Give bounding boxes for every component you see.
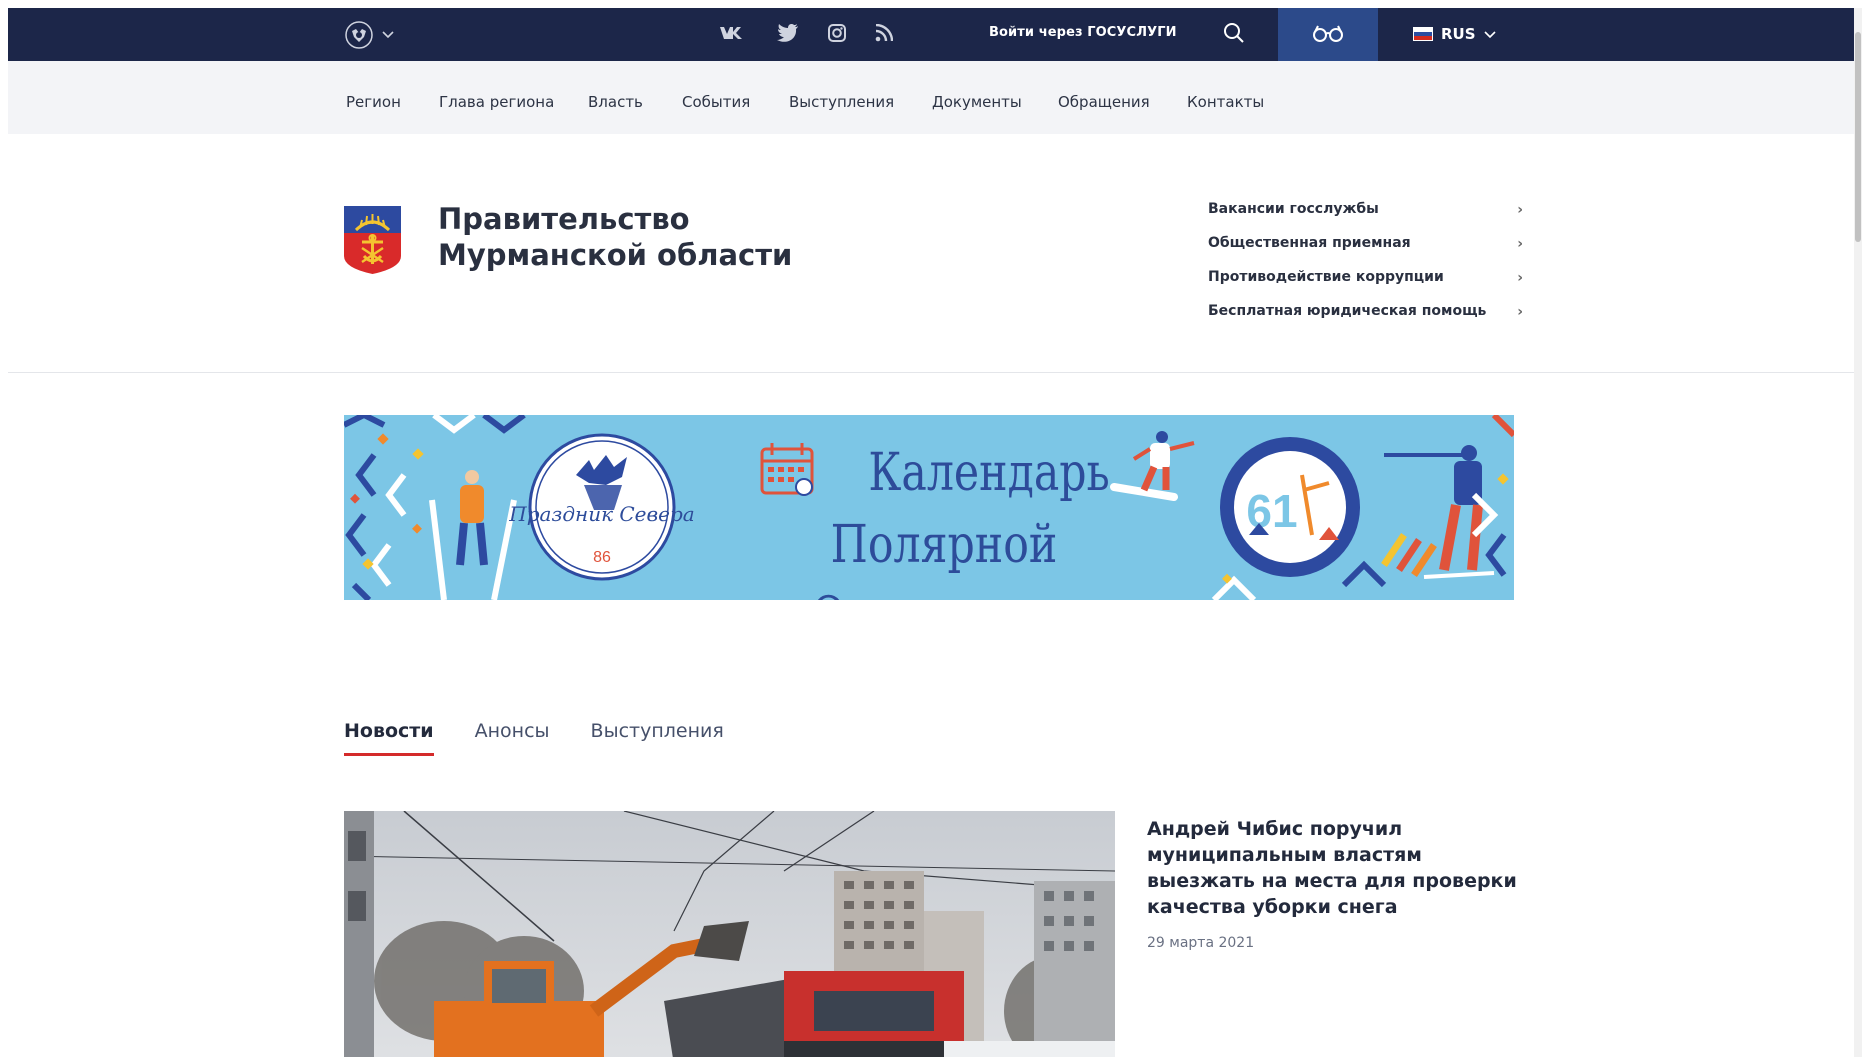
nav-item-documents[interactable]: Документы (932, 93, 1022, 111)
news-headline[interactable]: Андрей Чибис поручил муниципальным власт… (1147, 816, 1527, 920)
site-title-line1: Правительство (438, 202, 690, 236)
twitter-link[interactable] (776, 24, 800, 46)
polar-olympics-banner[interactable]: Праздник Севера 86 61 Календарь Полярной (344, 415, 1514, 600)
quick-links: Вакансии госслужбы › Общественная приемна… (1208, 192, 1528, 328)
quick-link-public-reception[interactable]: Общественная приемная › (1208, 226, 1528, 260)
gosuslugi-login-link[interactable]: Войти через ГОСУСЛУГИ (989, 25, 1177, 40)
quick-link-anti-corruption[interactable]: Противодействие коррупции › (1208, 260, 1528, 294)
quick-link-label: Противодействие коррупции (1208, 269, 1444, 285)
nav-item-region[interactable]: Регион (346, 93, 401, 111)
instagram-link[interactable] (826, 24, 848, 46)
nav-item-events[interactable]: События (682, 93, 750, 111)
chevron-right-icon: › (1517, 202, 1523, 218)
language-label: RUS (1441, 25, 1476, 43)
twitter-icon (777, 24, 799, 46)
news-date: 29 марта 2021 (1147, 935, 1255, 951)
banner-title-line2: Полярной Олимпиады (811, 515, 1077, 600)
snow-removal-photo (344, 811, 1115, 1057)
news-photo[interactable] (344, 811, 1115, 1057)
search-icon (1223, 23, 1245, 48)
quick-link-label: Общественная приемная (1208, 235, 1411, 251)
vk-icon (719, 25, 745, 45)
badge-left-number: 86 (593, 549, 611, 566)
page: Войти через ГОСУСЛУГИ RUS Регион Глава р… (8, 8, 1854, 1057)
rss-icon (875, 23, 894, 46)
russia-eagle-emblem-icon (344, 20, 374, 50)
nav-item-speeches[interactable]: Выступления (789, 93, 894, 111)
accessibility-version-button[interactable] (1278, 8, 1378, 61)
nav-item-appeals[interactable]: Обращения (1058, 93, 1150, 111)
tab-announcements[interactable]: Анонсы (475, 720, 550, 756)
main-nav: Регион Глава региона Власть События Выст… (8, 61, 1854, 134)
badge-left-text: Праздник Севера (508, 502, 694, 526)
tab-news[interactable]: Новости (344, 720, 434, 756)
quick-link-vacancies[interactable]: Вакансии госслужбы › (1208, 192, 1528, 226)
emblem-dropdown[interactable] (344, 20, 394, 50)
nav-item-contacts[interactable]: Контакты (1187, 93, 1264, 111)
search-button[interactable] (1223, 22, 1249, 48)
quick-link-label: Вакансии госслужбы (1208, 201, 1379, 217)
vk-link[interactable] (718, 24, 746, 46)
chevron-right-icon: › (1517, 236, 1523, 252)
quick-link-legal-aid[interactable]: Бесплатная юридическая помощь › (1208, 294, 1528, 328)
scrollbar[interactable] (1854, 8, 1862, 1057)
murmansk-coat-of-arms-icon[interactable] (344, 206, 401, 274)
nav-item-authority[interactable]: Власть (588, 93, 643, 111)
rss-link[interactable] (874, 23, 894, 46)
chevron-down-icon (382, 31, 394, 39)
language-selector[interactable]: RUS (1413, 25, 1496, 43)
banner-title: Календарь Полярной Олимпиады (747, 437, 1141, 600)
top-bar: Войти через ГОСУСЛУГИ RUS (8, 8, 1854, 61)
nav-item-governor[interactable]: Глава региона (439, 93, 554, 111)
quick-link-label: Бесплатная юридическая помощь (1208, 303, 1487, 319)
header-divider (8, 372, 1854, 373)
chevron-right-icon: › (1517, 304, 1523, 320)
chevron-down-icon (1483, 25, 1496, 43)
banner-title-line1: Календарь (868, 443, 1110, 503)
site-title-line2: Мурманской области (438, 238, 793, 272)
glasses-icon (1312, 24, 1344, 46)
russia-flag-icon (1413, 27, 1433, 41)
scrollbar-thumb[interactable] (1855, 32, 1861, 242)
instagram-icon (828, 24, 846, 46)
chevron-right-icon: › (1517, 270, 1523, 286)
site-title[interactable]: Правительство Мурманской области (438, 201, 898, 273)
news-tabs: Новости Анонсы Выступления (344, 720, 724, 756)
tab-speeches[interactable]: Выступления (591, 720, 724, 756)
